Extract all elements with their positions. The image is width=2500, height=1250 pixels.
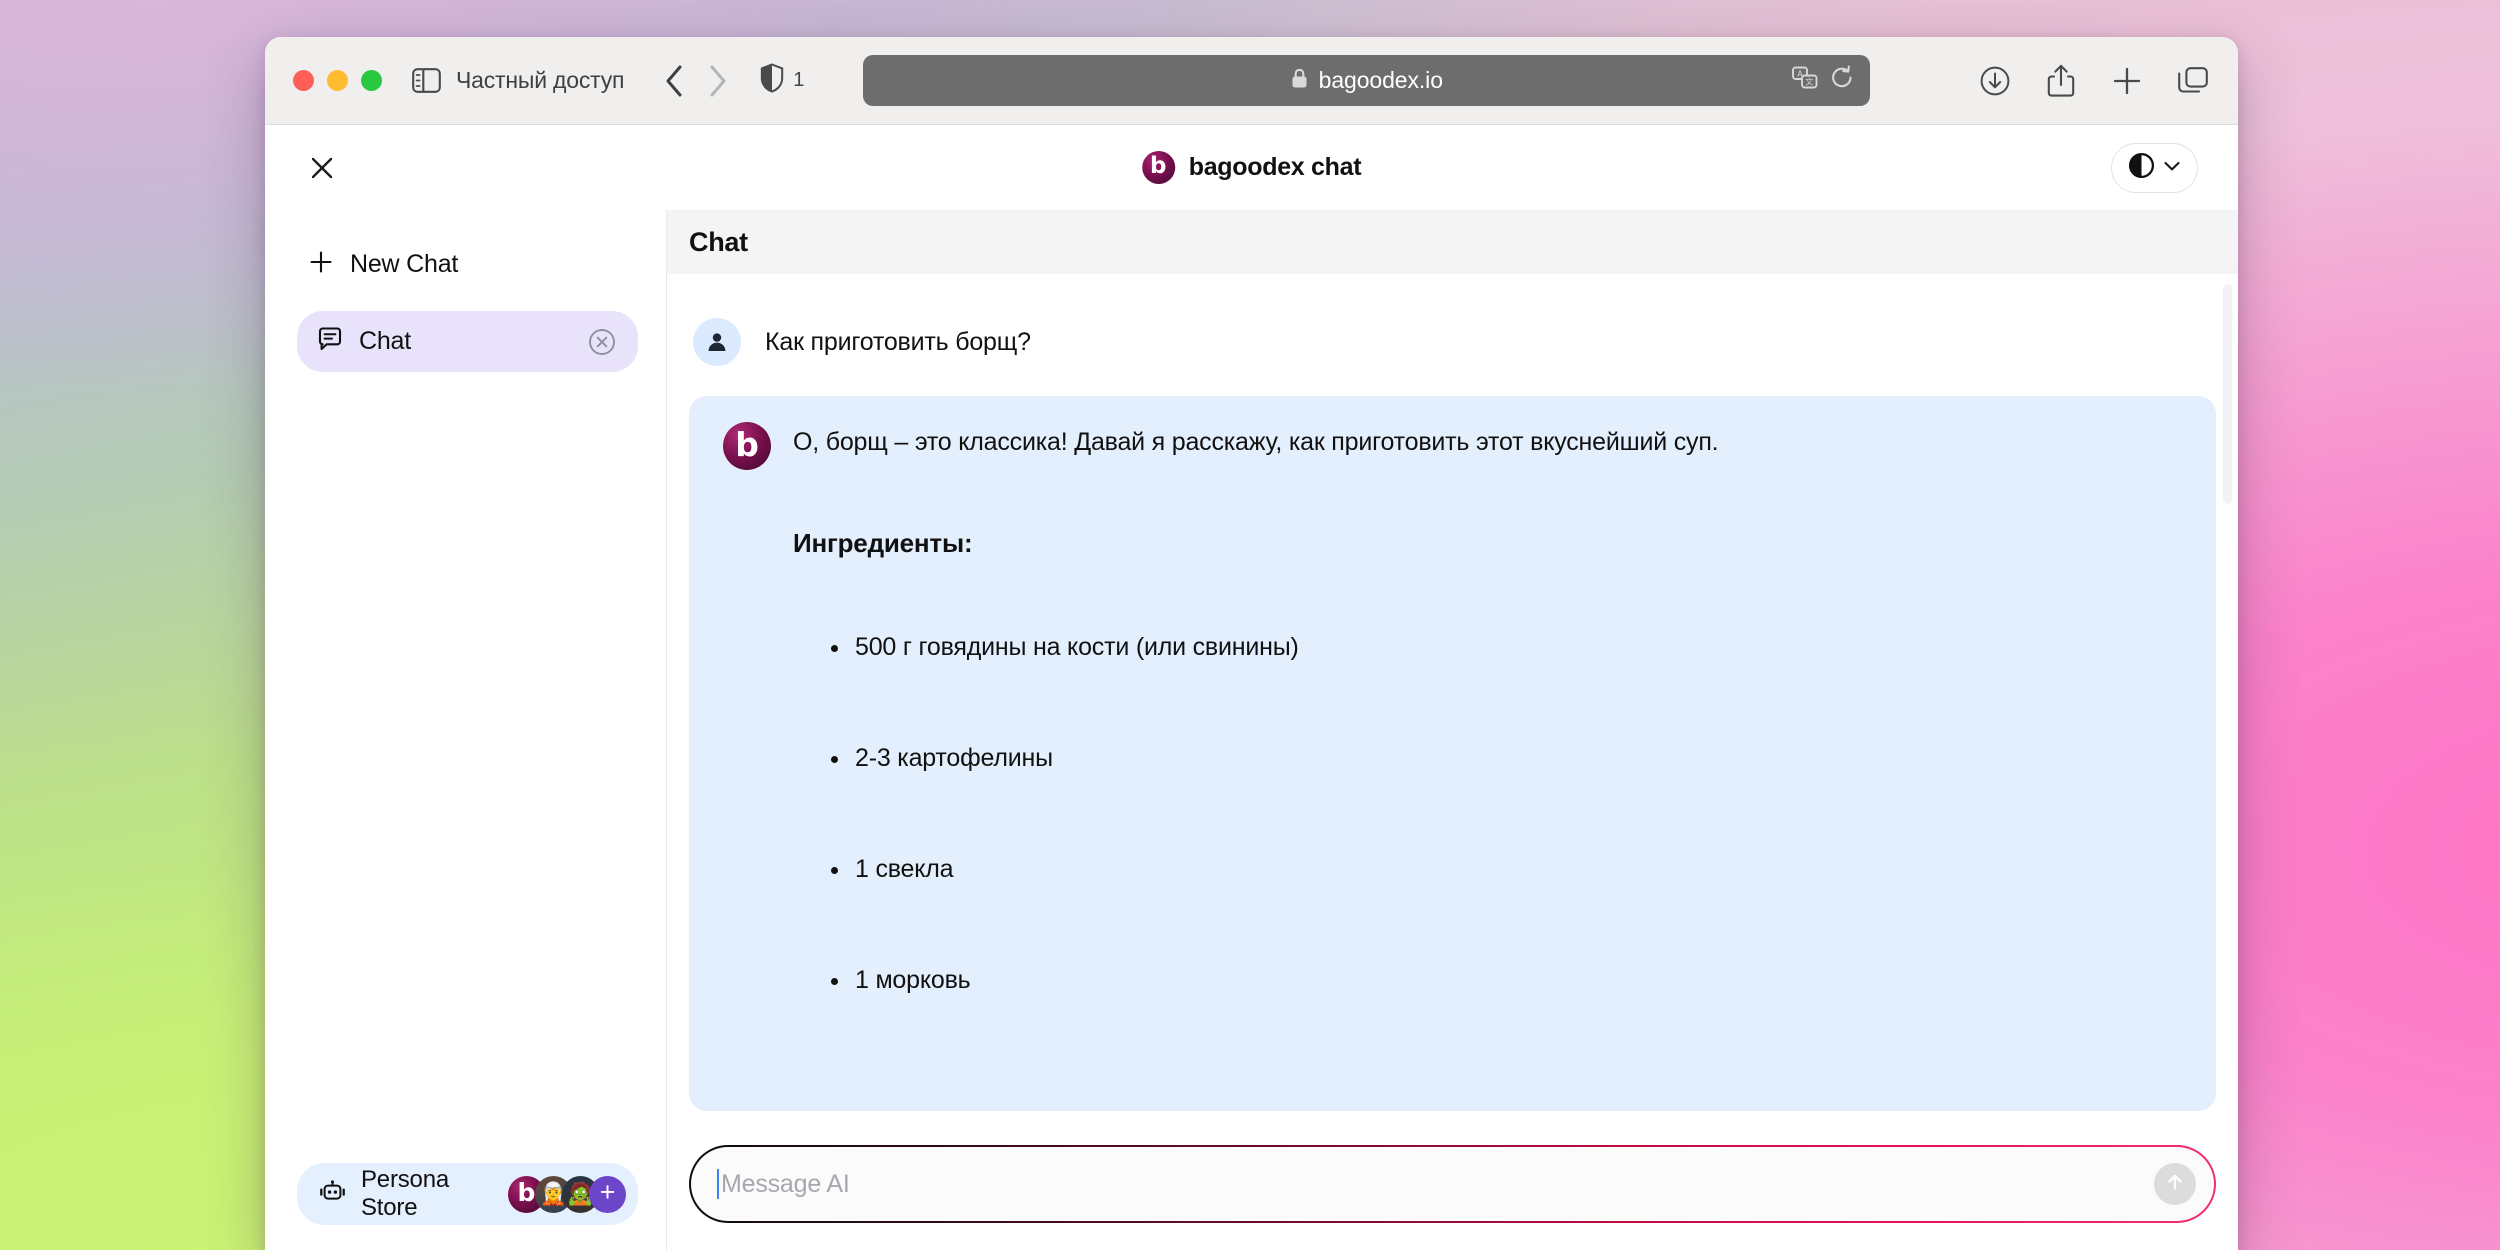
composer <box>689 1145 2216 1223</box>
persona-avatar-stack: b 🧝 🧟 + <box>508 1175 626 1213</box>
app-title: bagoodex chat <box>1188 153 1362 181</box>
reload-icon[interactable] <box>1830 65 1854 96</box>
theme-toggle-button[interactable] <box>2111 142 2198 193</box>
list-item: 2-3 картофелины <box>793 744 2182 773</box>
list-item: 1 свекла <box>793 855 2182 884</box>
brand: b bagoodex chat <box>1141 151 1362 184</box>
browser-toolbar-actions <box>1944 64 2210 98</box>
composer-area <box>667 1129 2238 1250</box>
downloads-icon[interactable] <box>1978 64 2012 98</box>
scrollbar[interactable] <box>2223 284 2232 1104</box>
sidebar-chat-item[interactable]: Chat <box>297 311 638 372</box>
scrollbar-thumb[interactable] <box>2223 284 2232 504</box>
app-body: New Chat Chat Persona Store b 🧝 🧟 + Chat… <box>265 210 2238 1250</box>
user-message-text: Как приготовить борщ? <box>765 327 1031 356</box>
new-tab-icon[interactable] <box>2110 64 2144 98</box>
private-browsing-label: Частный доступ <box>456 67 625 93</box>
address-bar-actions: A 文 <box>1792 65 1854 96</box>
chat-list: Chat <box>297 311 638 372</box>
sidebar: New Chat Chat Persona Store b 🧝 🧟 + <box>265 210 667 1250</box>
tab-overview-icon[interactable] <box>2176 64 2210 98</box>
browser-toolbar: Частный доступ 1 bagoodex.io A 文 <box>265 37 2238 125</box>
assistant-intro-text: О, борщ – это классика! Давай я расскажу… <box>793 428 1719 456</box>
chevron-down-icon <box>2163 159 2181 177</box>
list-item: 1 морковь <box>793 966 2182 995</box>
new-chat-label: New Chat <box>350 250 459 278</box>
window-minimize-button[interactable] <box>327 70 348 91</box>
persona-store-label: Persona Store <box>361 1166 449 1221</box>
new-chat-button[interactable]: New Chat <box>297 238 638 291</box>
forward-button[interactable] <box>696 60 738 102</box>
add-persona-avatar[interactable]: + <box>589 1175 626 1213</box>
app-header: b bagoodex chat <box>265 125 2238 210</box>
window-close-button[interactable] <box>293 70 314 91</box>
text-cursor <box>717 1169 719 1199</box>
chat-title-bar: Chat <box>667 210 2238 274</box>
assistant-message-body: О, борщ – это классика! Давай я расскажу… <box>793 426 2182 1077</box>
tracker-shield[interactable]: 1 <box>760 63 804 98</box>
composer-inner[interactable] <box>691 1147 2214 1221</box>
ingredients-heading: Ингредиенты: <box>793 527 973 558</box>
arrow-up-icon <box>2163 1170 2187 1199</box>
message-input[interactable] <box>721 1169 2154 1199</box>
close-circle-icon[interactable] <box>588 328 616 356</box>
back-button[interactable] <box>654 60 696 102</box>
chat-title: Chat <box>689 226 748 257</box>
ingredients-list: 500 г говядины на кости (или свинины) 2-… <box>793 633 2182 995</box>
share-icon[interactable] <box>2044 64 2078 98</box>
bagoodex-logo-icon: b <box>723 422 771 470</box>
chat-main: Chat Как приготовить борщ? b О, борщ – э… <box>667 210 2238 1250</box>
person-icon <box>693 318 741 366</box>
address-bar-content: bagoodex.io <box>1291 67 1443 94</box>
message-list: Как приготовить борщ? b О, борщ – это кл… <box>667 274 2238 1129</box>
address-url: bagoodex.io <box>1318 67 1443 93</box>
window-controls <box>293 70 382 91</box>
sidebar-icon[interactable] <box>412 68 442 94</box>
bagoodex-logo-icon: b <box>1141 151 1175 184</box>
translate-icon[interactable]: A 文 <box>1792 66 1818 95</box>
close-icon[interactable] <box>305 151 339 185</box>
plus-icon <box>309 250 333 279</box>
list-item: 500 г говядины на кости (или свинины) <box>793 633 2182 662</box>
persona-store-button[interactable]: Persona Store b 🧝 🧟 + <box>297 1163 638 1225</box>
chat-bubble-icon <box>317 326 343 357</box>
assistant-message: b О, борщ – это классика! Давай я расска… <box>689 396 2216 1111</box>
shield-icon <box>760 63 784 98</box>
robot-icon <box>319 1179 346 1209</box>
contrast-icon <box>2128 152 2155 184</box>
send-button[interactable] <box>2154 1163 2196 1205</box>
lock-icon <box>1291 68 1308 94</box>
window-maximize-button[interactable] <box>361 70 382 91</box>
svg-text:文: 文 <box>1805 77 1813 87</box>
bagoodex-chat-app: b bagoodex chat New Chat Chat Persona St… <box>265 125 2238 1250</box>
sidebar-chat-item-label: Chat <box>359 327 412 355</box>
user-message: Как приготовить борщ? <box>689 300 2216 396</box>
browser-window: Частный доступ 1 bagoodex.io A 文 b bagoo… <box>265 37 2238 1250</box>
tracker-count: 1 <box>793 69 805 91</box>
address-bar[interactable]: bagoodex.io A 文 <box>863 55 1871 106</box>
